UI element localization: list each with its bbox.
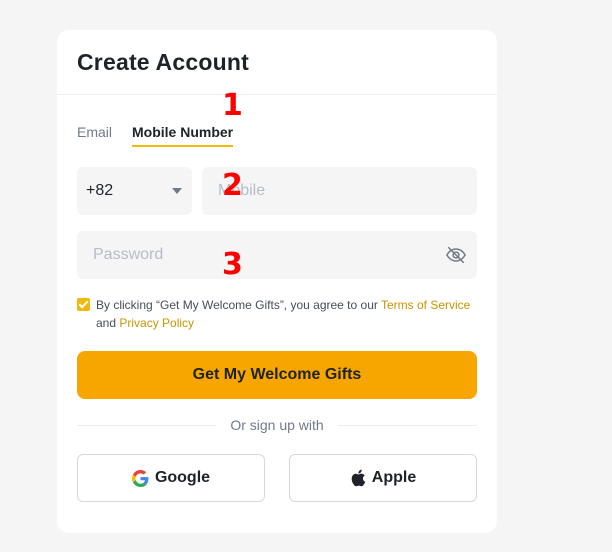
country-code-value: +82 xyxy=(86,182,114,199)
terms-agreement: By clicking “Get My Welcome Gifts”, you … xyxy=(77,296,477,332)
apple-icon xyxy=(351,469,366,487)
apple-label: Apple xyxy=(371,469,417,486)
social-divider: Or sign up with xyxy=(77,417,477,433)
tab-email[interactable]: Email xyxy=(77,124,112,147)
google-label: Google xyxy=(154,469,211,486)
mobile-field-box xyxy=(202,167,477,215)
terms-checkbox[interactable] xyxy=(77,298,90,311)
signup-method-tabs: Email Mobile Number xyxy=(77,124,234,147)
annotation-marker-1: 1 xyxy=(222,88,243,123)
divider-text: Or sign up with xyxy=(230,417,324,433)
get-welcome-gifts-button[interactable]: Get My Welcome Gifts xyxy=(77,351,477,399)
tab-mobile-number[interactable]: Mobile Number xyxy=(132,124,234,147)
password-field-box xyxy=(77,231,477,279)
signup-card: Create Account Email Mobile Number +82 B… xyxy=(57,30,497,533)
caret-down-icon xyxy=(172,188,182,194)
annotation-marker-2: 2 xyxy=(222,168,243,203)
agreement-text: By clicking “Get My Welcome Gifts”, you … xyxy=(96,296,477,332)
password-input[interactable] xyxy=(77,246,445,264)
phone-row: +82 xyxy=(77,167,477,215)
privacy-policy-link[interactable]: Privacy Policy xyxy=(119,316,194,330)
divider-line-right xyxy=(337,424,477,426)
card-header: Create Account xyxy=(57,30,497,95)
divider-line-left xyxy=(77,424,217,426)
terms-of-service-link[interactable]: Terms of Service xyxy=(381,298,470,312)
annotation-marker-3: 3 xyxy=(222,247,243,282)
social-buttons: Google Apple xyxy=(77,454,477,502)
google-icon xyxy=(131,469,149,487)
apple-signup-button[interactable]: Apple xyxy=(289,454,477,502)
eye-off-icon[interactable] xyxy=(445,244,467,266)
agreement-text-prefix: By clicking “Get My Welcome Gifts”, you … xyxy=(96,298,381,312)
google-signup-button[interactable]: Google xyxy=(77,454,265,502)
page-title: Create Account xyxy=(77,48,249,75)
country-code-select[interactable]: +82 xyxy=(77,167,192,215)
agreement-and-text: and xyxy=(96,316,120,330)
mobile-input[interactable] xyxy=(202,182,477,200)
